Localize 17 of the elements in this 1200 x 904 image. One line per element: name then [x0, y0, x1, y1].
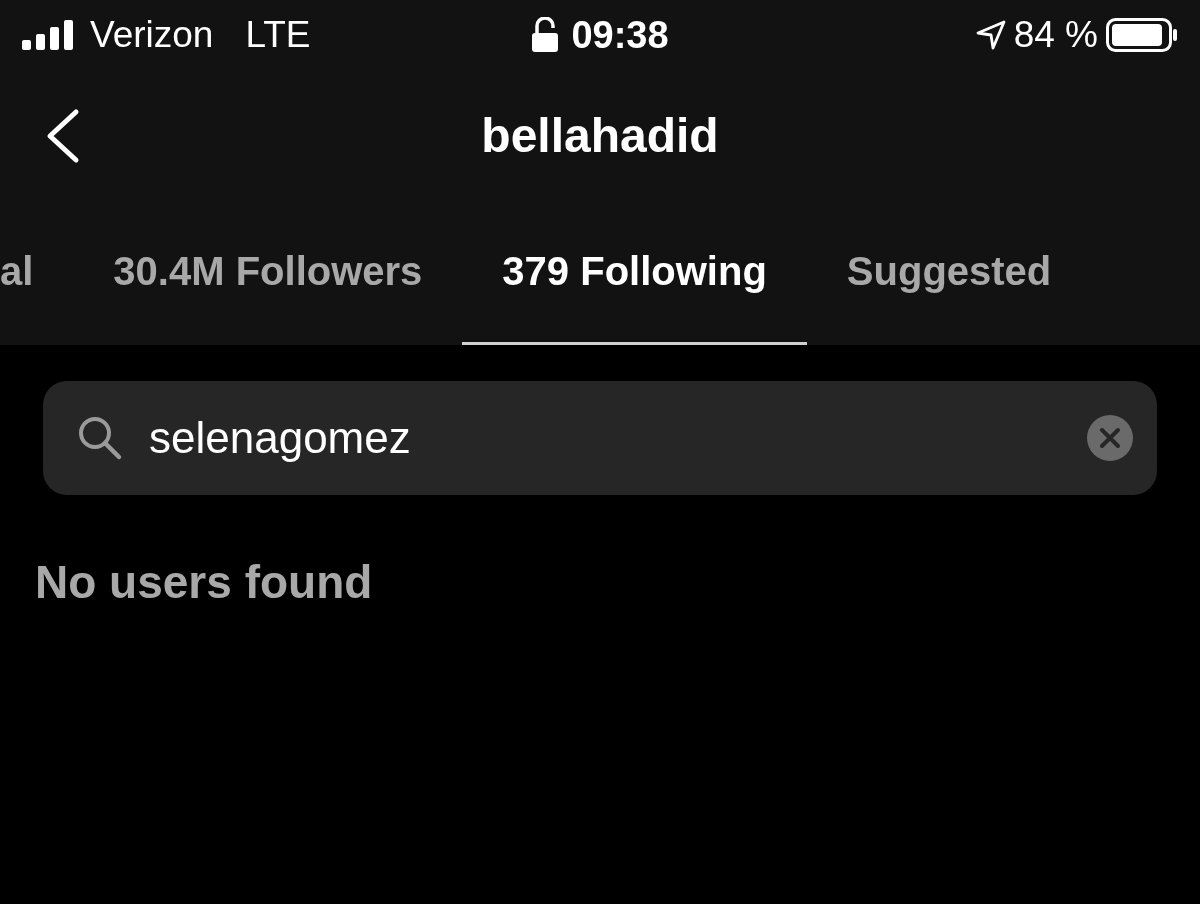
carrier-name: Verizon: [90, 14, 214, 56]
search-field[interactable]: selenagomez: [43, 381, 1157, 495]
search-input[interactable]: selenagomez: [149, 413, 1061, 463]
tab[interactable]: 379 Following: [462, 200, 807, 345]
battery-percent: 84 %: [1013, 14, 1098, 56]
tab[interactable]: Suggested: [806, 200, 1092, 345]
tab[interactable]: al: [0, 200, 74, 345]
tab[interactable]: 30.4M Followers: [73, 200, 463, 345]
location-arrow-icon: [975, 20, 1006, 50]
clock-time: 09:38: [571, 13, 669, 57]
clear-icon[interactable]: [1087, 415, 1133, 461]
battery-icon: [1106, 18, 1178, 52]
lock-icon: [531, 17, 560, 53]
network-type: LTE: [245, 14, 311, 56]
search-icon: [77, 415, 123, 461]
empty-message: No users found: [35, 555, 374, 609]
profile-username: bellahadid: [481, 107, 719, 163]
